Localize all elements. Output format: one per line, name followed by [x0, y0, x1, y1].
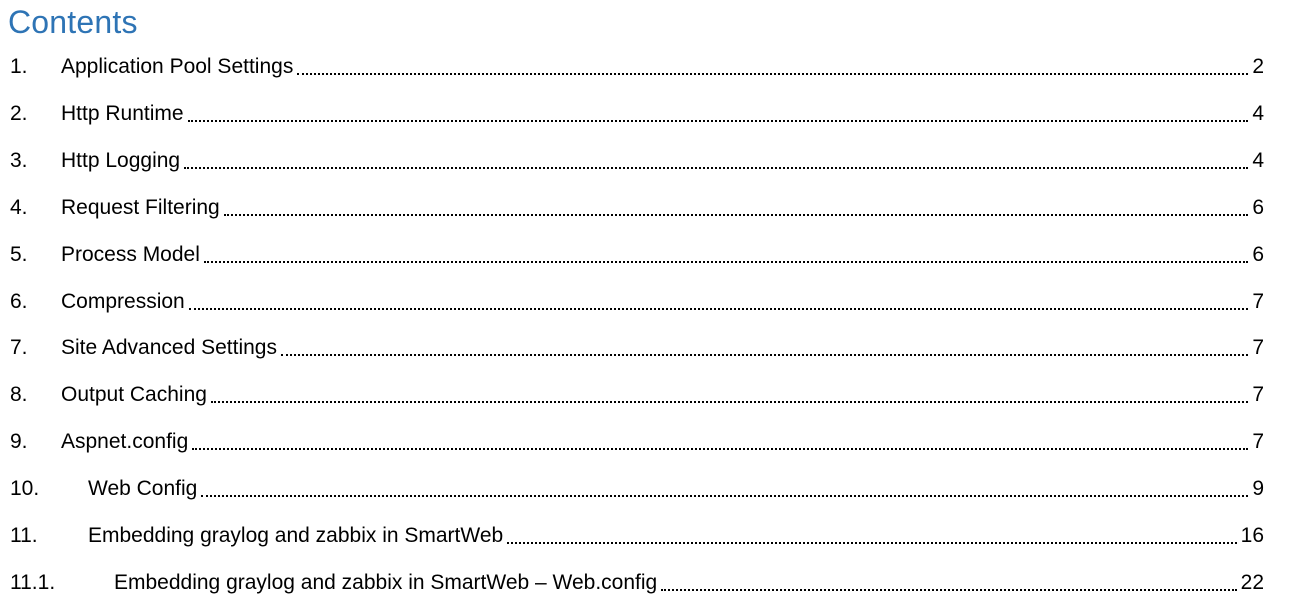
toc-entry-page-number: 4 [1252, 102, 1264, 125]
toc-entry[interactable]: 5. Process Model 6 [10, 240, 1264, 268]
toc-entry-page-number: 6 [1252, 243, 1264, 266]
toc-entry-label: Aspnet.config [61, 430, 189, 453]
toc-entry-page-number: 22 [1240, 571, 1264, 594]
toc-entry-number: 2. [10, 102, 28, 125]
toc-entry-label: Compression [61, 290, 185, 313]
toc-entry-number: 11. [10, 524, 38, 547]
toc-entry[interactable]: 11. Embedding graylog and zabbix in Smart… [10, 521, 1264, 549]
toc-dot-leader [210, 401, 1249, 403]
toc-entry-label: Application Pool Settings [61, 55, 294, 78]
toc-entry-page-number: 7 [1252, 430, 1264, 453]
toc-entry[interactable]: 6. Compression 7 [10, 287, 1264, 315]
toc-entry-page-number: 7 [1252, 336, 1264, 359]
toc-dot-leader [188, 308, 1249, 310]
toc-dot-leader [201, 495, 1249, 497]
toc-entry-page-number: 16 [1240, 524, 1264, 547]
toc-entry[interactable]: 10. Web Config 9 [10, 474, 1264, 502]
document-page: Contents 1. Application Pool Settings 2 2. H… [0, 0, 1289, 609]
toc-dot-leader [187, 120, 1249, 122]
toc-entry-label: Embedding graylog and zabbix in SmartWeb [88, 524, 504, 547]
toc-dot-leader [192, 448, 1249, 450]
toc-entry-page-number: 2 [1252, 55, 1264, 78]
toc-dot-leader [507, 542, 1237, 544]
toc-entry[interactable]: 9. Aspnet.config 7 [10, 427, 1264, 455]
toc-entry-number: 10. [10, 477, 40, 500]
toc-entry-number: 7. [10, 336, 28, 359]
toc-entry-label: Web Config [88, 477, 198, 500]
toc-entry[interactable]: 8. Output Caching 7 [10, 380, 1264, 408]
toc-entry-label: Http Runtime [61, 102, 184, 125]
toc-dot-leader [203, 261, 1249, 263]
toc-entry-label: Site Advanced Settings [61, 336, 277, 359]
toc-dot-leader [280, 354, 1249, 356]
toc-dot-leader [297, 73, 1249, 75]
toc-entry-number: 3. [10, 149, 28, 172]
toc-entry-number: 1. [10, 55, 28, 78]
toc-entry[interactable]: 4. Request Filtering 6 [10, 193, 1264, 221]
toc-entry-number: 8. [10, 383, 28, 406]
table-of-contents: 1. Application Pool Settings 2 2. Http Runti… [0, 0, 1289, 609]
toc-entry-label: Embedding graylog and zabbix in SmartWeb… [114, 571, 658, 594]
toc-entry-page-number: 7 [1252, 383, 1264, 406]
toc-entry-page-number: 9 [1252, 477, 1264, 500]
toc-entry[interactable]: 2. Http Runtime 4 [10, 99, 1264, 127]
toc-entry-label: Output Caching [61, 383, 207, 406]
toc-entry-number: 11.1. [10, 571, 56, 594]
toc-entry[interactable]: 7. Site Advanced Settings 7 [10, 333, 1264, 361]
toc-entry-page-number: 4 [1252, 149, 1264, 172]
toc-entry-number: 5. [10, 243, 28, 266]
toc-entry[interactable]: 1. Application Pool Settings 2 [10, 52, 1264, 80]
toc-entry-number: 9. [10, 430, 28, 453]
toc-dot-leader [661, 589, 1237, 591]
toc-entry-page-number: 6 [1252, 196, 1264, 219]
toc-entry-page-number: 7 [1252, 290, 1264, 313]
toc-entry[interactable]: 11.1. Embedding graylog and zabbix in Sma… [10, 568, 1264, 596]
toc-entry-number: 6. [10, 290, 28, 313]
toc-entry-label: Request Filtering [61, 196, 220, 219]
toc-entry[interactable]: 3. Http Logging 4 [10, 146, 1264, 174]
toc-dot-leader [184, 167, 1249, 169]
toc-entry-label: Http Logging [61, 149, 181, 172]
toc-entry-label: Process Model [61, 243, 200, 266]
toc-entry-number: 4. [10, 196, 28, 219]
toc-dot-leader [223, 214, 1249, 216]
